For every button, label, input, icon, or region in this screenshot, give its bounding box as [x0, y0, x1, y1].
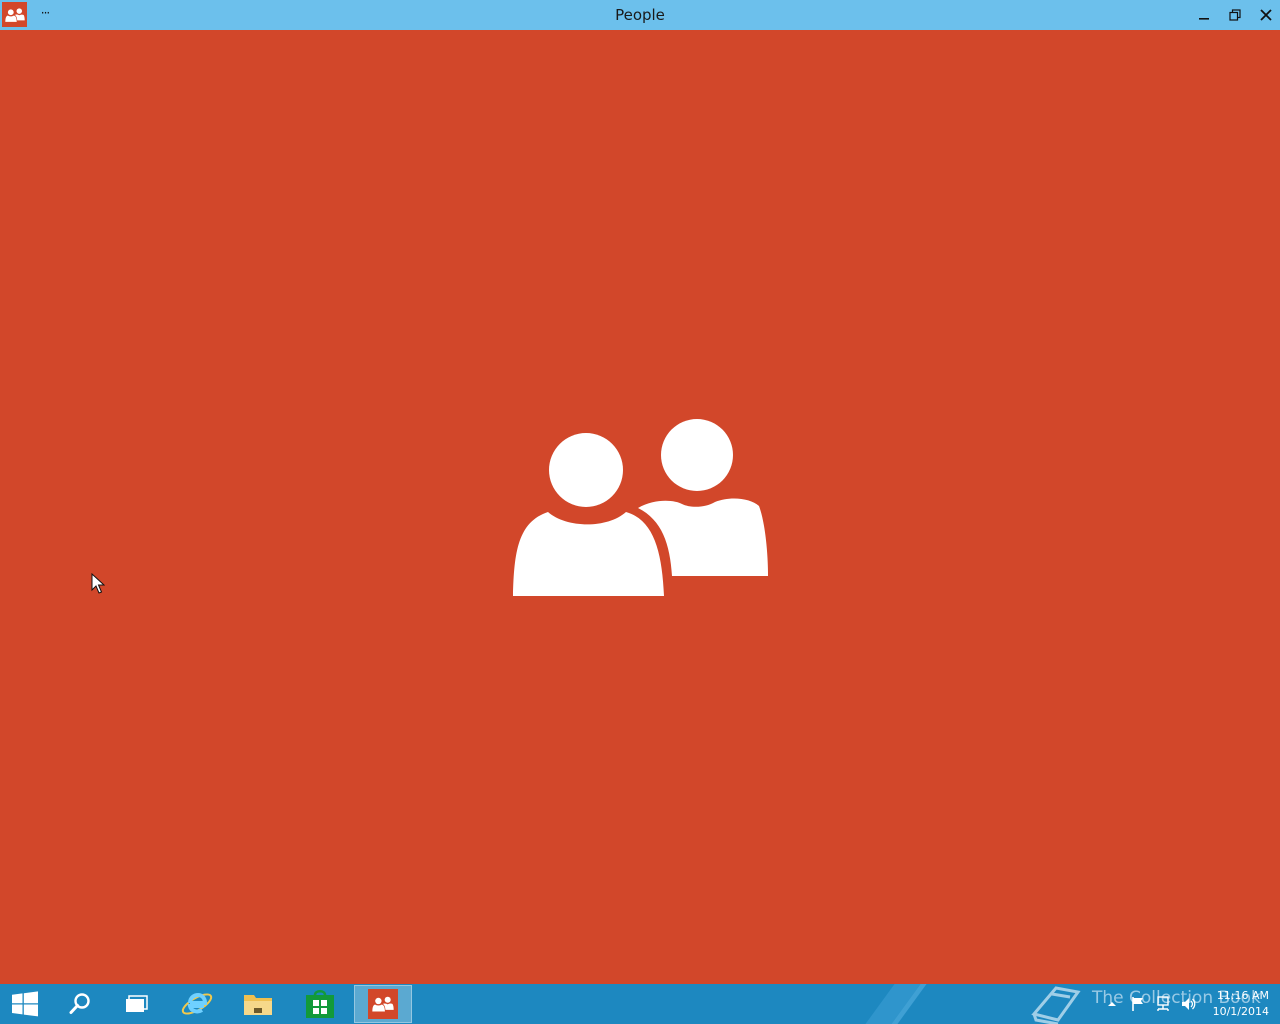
search-icon: [69, 993, 90, 1014]
people-icon: [513, 419, 768, 596]
title-bar[interactable]: ··· People: [0, 0, 1280, 30]
minimize-button[interactable]: [1188, 0, 1219, 30]
network-button[interactable]: [1155, 996, 1171, 1012]
folder-icon: [244, 995, 272, 1015]
network-icon: [1157, 996, 1169, 1011]
minimize-icon: [1198, 18, 1209, 20]
task-view-icon: [126, 995, 148, 1012]
mouse-cursor-icon: [91, 573, 105, 594]
close-icon: [1259, 9, 1272, 21]
internet-explorer-icon: [181, 992, 213, 1015]
people-app-tile: [368, 989, 398, 1019]
restore-button[interactable]: [1219, 0, 1250, 30]
app-icon[interactable]: [2, 2, 27, 27]
desktop-screen: ··· People The Collection Book 11:16 AM …: [0, 0, 1280, 1024]
taskbar-decoration: [865, 984, 921, 1024]
close-button[interactable]: [1250, 0, 1280, 30]
volume-button[interactable]: [1180, 996, 1196, 1012]
search-button[interactable]: [52, 984, 108, 1024]
window-title: People: [615, 6, 665, 24]
task-view-button[interactable]: [108, 984, 166, 1024]
store-icon: [306, 990, 334, 1018]
action-center-button[interactable]: [1130, 996, 1146, 1012]
people-icon: [4, 7, 25, 22]
restore-icon: [1228, 9, 1241, 21]
show-hidden-icons-button[interactable]: [1104, 996, 1120, 1012]
app-menu-button[interactable]: ···: [38, 4, 52, 22]
clock[interactable]: 11:16 AM 10/1/2014: [1205, 988, 1269, 1022]
chevron-up-icon: [1108, 1002, 1116, 1006]
start-button[interactable]: [0, 984, 50, 1024]
clock-time: 11:16 AM: [1216, 989, 1269, 1002]
people-icon: [372, 996, 394, 1012]
file-explorer-button[interactable]: [228, 984, 288, 1024]
people-taskbar-button[interactable]: [354, 985, 412, 1023]
internet-explorer-button[interactable]: [168, 984, 226, 1024]
taskbar: The Collection Book 11:16 AM 10/1/2014: [0, 984, 1280, 1024]
windows-logo-icon: [12, 991, 38, 1017]
flag-icon: [1132, 997, 1143, 1011]
store-button[interactable]: [290, 984, 350, 1024]
volume-icon: [1182, 998, 1196, 1010]
book-icon: [1031, 986, 1081, 1024]
clock-date: 10/1/2014: [1212, 1005, 1269, 1018]
